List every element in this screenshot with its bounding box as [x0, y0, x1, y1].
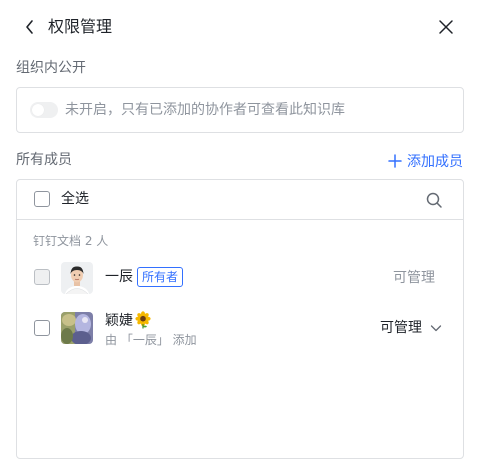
owner-badge: 所有者: [137, 267, 184, 287]
member-checkbox: [34, 269, 50, 285]
member-row: 一辰 所有者 可管理: [17, 261, 463, 305]
public-section-label: 组织内公开: [16, 60, 86, 76]
page-title: 权限管理: [48, 17, 113, 36]
select-all-row: 全选: [17, 180, 463, 220]
public-toggle-switch[interactable]: [30, 102, 58, 118]
permission-dialog: 权限管理 组织内公开 未开启，只有已添加的协作者可查看此知识库 所有成员 添加成…: [0, 0, 481, 475]
add-member-label: 添加成员: [407, 154, 463, 170]
members-list-panel: 全选 钉钉文档 2 人 一辰 所有者 可管理 颖婕 由 「一辰」 添加 可管理: [16, 179, 464, 459]
search-button[interactable]: [425, 191, 443, 209]
members-section-label: 所有成员: [16, 152, 72, 168]
switch-knob: [32, 104, 44, 116]
select-all-label: 全选: [61, 191, 89, 207]
public-toggle-description: 未开启，只有已添加的协作者可查看此知识库: [65, 102, 345, 118]
close-icon: [439, 20, 453, 34]
back-button[interactable]: [20, 16, 40, 38]
close-button[interactable]: [435, 16, 457, 38]
add-member-button[interactable]: 添加成员: [388, 150, 463, 172]
added-by-text: 由 「一辰」 添加: [105, 333, 197, 347]
select-all-checkbox[interactable]: [34, 191, 50, 207]
member-name: 颖婕: [105, 313, 133, 329]
member-row: 颖婕 由 「一辰」 添加 可管理: [17, 311, 463, 355]
dialog-header: 权限管理: [0, 0, 481, 54]
search-icon: [426, 192, 442, 208]
plus-icon: [388, 154, 402, 168]
avatar: [61, 312, 93, 344]
member-permission: 可管理: [393, 270, 435, 286]
chevron-left-icon: [26, 20, 33, 34]
chevron-down-icon: [430, 325, 442, 332]
permission-dropdown-value: 可管理: [380, 320, 422, 336]
member-group-label: 钉钉文档 2 人: [33, 234, 109, 248]
sunflower-icon: [134, 311, 152, 329]
avatar: [61, 262, 93, 294]
member-checkbox[interactable]: [34, 320, 50, 336]
member-name: 一辰: [105, 269, 133, 285]
permission-dropdown[interactable]: 可管理: [380, 318, 442, 338]
public-toggle-panel: 未开启，只有已添加的协作者可查看此知识库: [16, 87, 464, 133]
